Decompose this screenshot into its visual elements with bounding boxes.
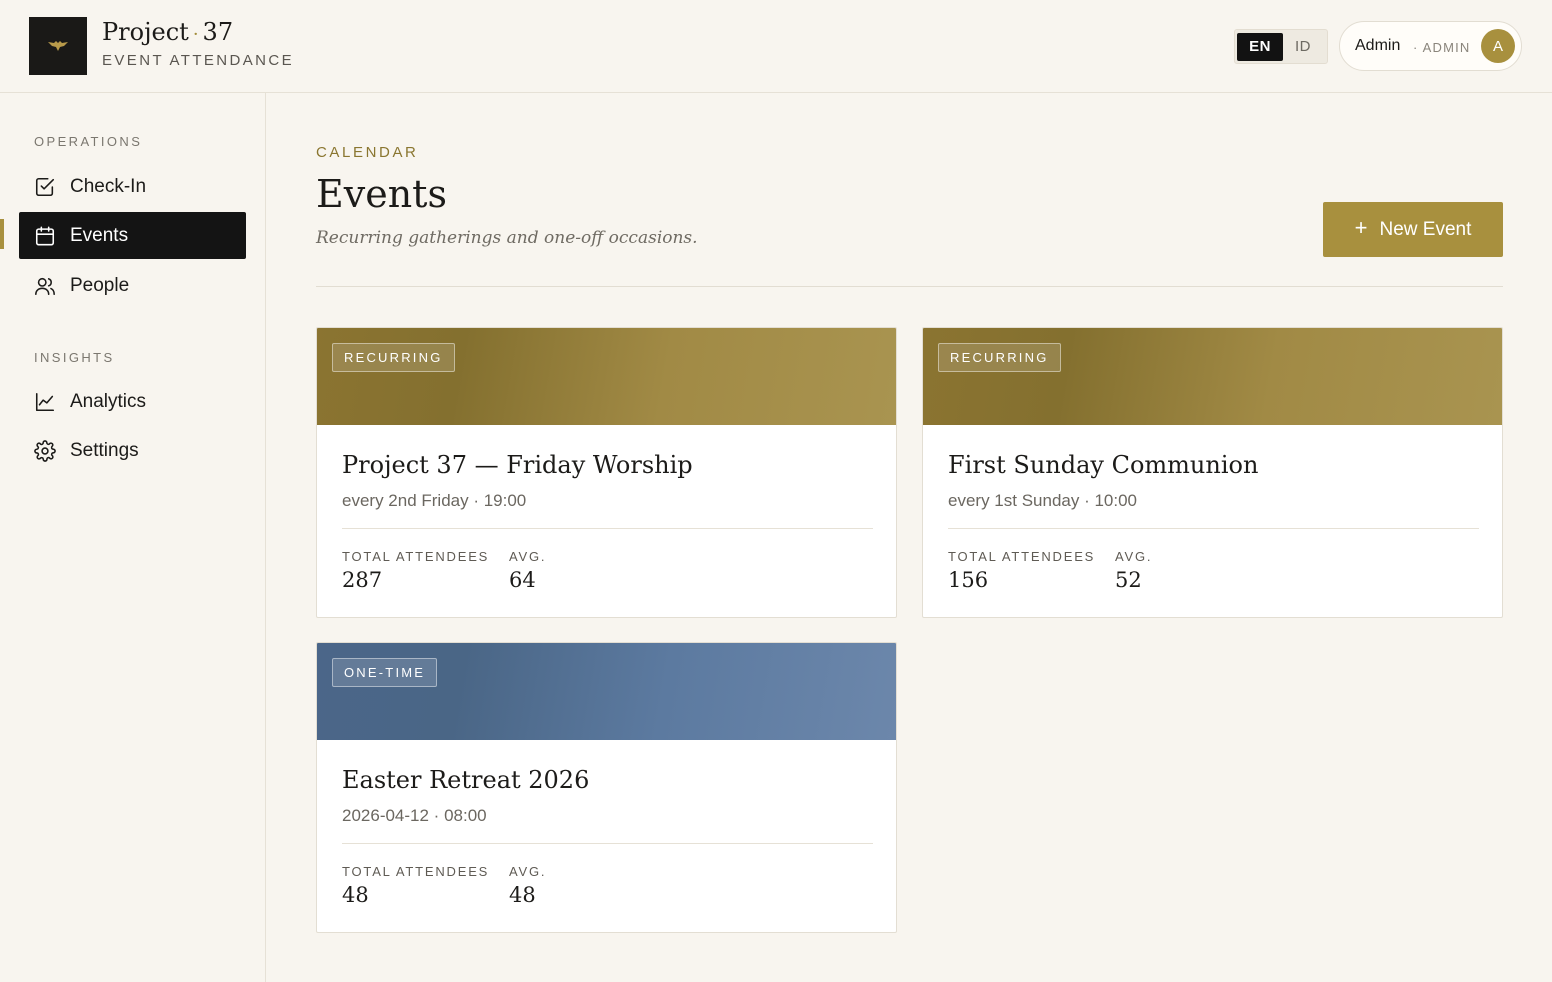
line-chart-icon [35, 392, 55, 411]
event-title: Easter Retreat 2026 [342, 766, 590, 794]
new-event-button[interactable]: + New Event [1323, 202, 1503, 257]
avg-value: 64 [509, 568, 536, 592]
card-divider [948, 528, 1479, 529]
total-attendees-label: TOTAL ATTENDEES [948, 549, 1096, 564]
total-attendees-value: 287 [342, 568, 383, 592]
page-subtitle: Recurring gatherings and one-off occasio… [316, 228, 698, 248]
users-icon [35, 277, 55, 295]
total-attendees-value: 156 [948, 568, 989, 592]
avatar: A [1481, 29, 1515, 63]
total-attendees-label: TOTAL ATTENDEES [342, 549, 490, 564]
event-card[interactable]: RECURRING First Sunday Communion every 1… [922, 327, 1503, 618]
event-schedule: every 1st Sunday · 10:00 [948, 491, 1138, 510]
brand-name: Project [102, 18, 189, 46]
avg-label: AVG. [509, 549, 547, 564]
user-name: Admin [1355, 37, 1401, 54]
event-card-banner: ONE-TIME [317, 643, 896, 740]
event-card-banner: RECURRING [317, 328, 896, 425]
total-attendees-label: TOTAL ATTENDEES [342, 864, 490, 879]
event-card[interactable]: RECURRING Project 37 — Friday Worship ev… [316, 327, 897, 618]
sidebar-item-label: People [70, 274, 130, 296]
event-type-badge: RECURRING [938, 343, 1061, 372]
sidebar-item-analytics[interactable]: Analytics [19, 378, 246, 425]
brand-subtitle: EVENT ATTENDANCE [102, 52, 295, 69]
brand-title: Project · 37 [102, 18, 233, 46]
avg-value: 48 [509, 883, 536, 907]
gear-icon [34, 439, 56, 462]
sidebar-item-events[interactable]: Events [19, 212, 246, 259]
brand-logo-icon[interactable] [29, 17, 87, 75]
avg-value: 52 [1115, 568, 1142, 592]
sidebar-item-label: Settings [70, 439, 139, 461]
event-schedule: 2026-04-12 · 08:00 [342, 806, 487, 825]
sidebar-section-operations: OPERATIONS [34, 134, 143, 149]
card-divider [342, 843, 873, 844]
total-attendees-value: 48 [342, 883, 369, 907]
check-square-icon [35, 177, 55, 196]
sidebar-item-settings[interactable]: Settings [19, 427, 246, 474]
sidebar-item-label: Analytics [70, 390, 147, 412]
event-card-banner: RECURRING [923, 328, 1502, 425]
sidebar-item-check-in[interactable]: Check-In [19, 163, 246, 210]
calendar-icon [35, 226, 55, 245]
event-type-badge: RECURRING [332, 343, 455, 372]
top-bar: Project · 37 EVENT ATTENDANCE EN ID Admin … [0, 0, 1552, 93]
page-title: Events [316, 172, 447, 216]
lang-option-id[interactable]: ID [1283, 33, 1323, 61]
brand-number: 37 [202, 18, 234, 46]
user-role: · ADMIN [1413, 40, 1471, 55]
brand-dot: · [192, 24, 199, 45]
event-schedule: every 2nd Friday · 19:00 [342, 491, 527, 510]
header-divider [316, 286, 1503, 287]
sidebar: OPERATIONS Check-In Events People INSIGH… [0, 93, 266, 982]
event-title: First Sunday Communion [948, 451, 1259, 479]
sidebar-item-label: Check-In [70, 175, 147, 197]
plus-icon: + [1354, 215, 1368, 240]
avg-label: AVG. [1115, 549, 1153, 564]
card-divider [342, 528, 873, 529]
sidebar-item-label: Events [70, 224, 129, 246]
sidebar-section-insights: INSIGHTS [34, 350, 115, 365]
event-card[interactable]: ONE-TIME Easter Retreat 2026 2026-04-12 … [316, 642, 897, 933]
event-title: Project 37 — Friday Worship [342, 451, 693, 479]
event-type-badge: ONE-TIME [332, 658, 438, 687]
sidebar-item-people[interactable]: People [19, 262, 246, 309]
language-switcher: EN ID [1234, 29, 1328, 64]
lang-option-en[interactable]: EN [1237, 32, 1283, 61]
new-event-label: New Event [1379, 218, 1472, 240]
active-nav-marker [0, 219, 4, 249]
page-eyebrow: CALENDAR [316, 144, 419, 161]
user-menu[interactable]: Admin · ADMIN A [1339, 21, 1522, 71]
avg-label: AVG. [509, 864, 547, 879]
